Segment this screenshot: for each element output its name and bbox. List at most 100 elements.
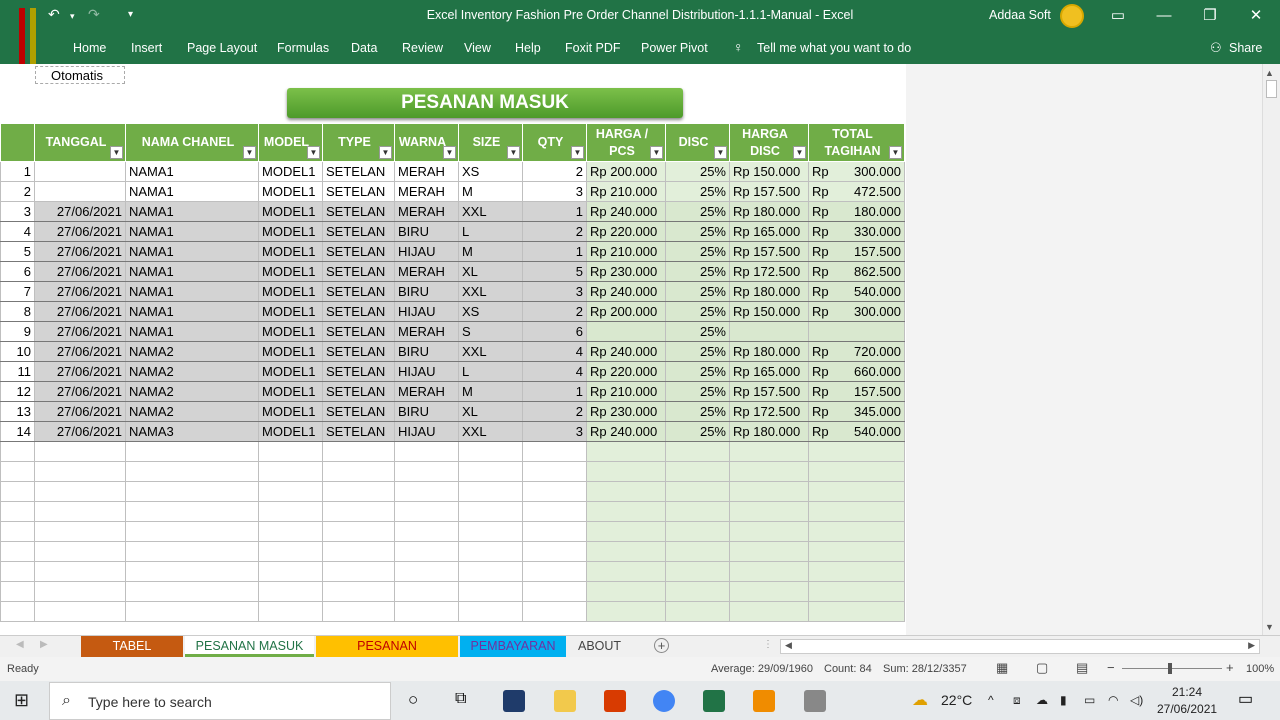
cell-nama-chanel[interactable]: NAMA1 (125, 161, 259, 182)
close-icon[interactable]: ✕ (1233, 4, 1279, 28)
cell-warna[interactable]: MERAH (394, 181, 459, 202)
restore-icon[interactable]: ❐ (1187, 4, 1233, 28)
vertical-scrollbar[interactable]: ▲ ▼ (1262, 64, 1280, 635)
empty-cell[interactable] (0, 601, 35, 622)
empty-cell[interactable] (258, 561, 323, 582)
chrome-icon[interactable] (653, 690, 675, 712)
tray-chevron-icon[interactable]: ^ (988, 693, 994, 707)
empty-cell[interactable] (586, 601, 666, 622)
cell-harga-pcs[interactable]: Rp 220.000 (586, 221, 666, 242)
tab-help[interactable]: Help (515, 41, 541, 55)
col-header-tanggal[interactable]: TANGGAL ▼ (34, 123, 126, 162)
sheet-tab-about[interactable]: ABOUT (568, 636, 628, 657)
empty-cell[interactable] (808, 461, 905, 482)
cell-type[interactable]: SETELAN (322, 341, 395, 362)
cell-tanggal[interactable]: 27/06/2021 (34, 361, 126, 382)
empty-cell[interactable] (586, 441, 666, 462)
cell-harga-pcs[interactable]: Rp 240.000 (586, 281, 666, 302)
cell-row-no[interactable]: 14 (0, 421, 35, 442)
cell-harga-disc[interactable]: Rp 180.000 (729, 421, 809, 442)
cell-disc[interactable]: 25% (665, 421, 730, 442)
empty-cell[interactable] (458, 601, 523, 622)
empty-cell[interactable] (729, 581, 809, 602)
cortana-icon[interactable]: ○ (408, 690, 418, 710)
cell-model[interactable]: MODEL1 (258, 361, 323, 382)
col-header-type[interactable]: TYPE ▼ (322, 123, 395, 162)
empty-cell[interactable] (522, 501, 587, 522)
empty-cell[interactable] (522, 541, 587, 562)
empty-cell[interactable] (729, 561, 809, 582)
cell-qty[interactable]: 2 (522, 161, 587, 182)
empty-cell[interactable] (258, 481, 323, 502)
empty-cell[interactable] (586, 521, 666, 542)
col-header-warna[interactable]: WARNA ▼ (394, 123, 459, 162)
cell-nama-chanel[interactable]: NAMA1 (125, 261, 259, 282)
empty-cell[interactable] (808, 541, 905, 562)
cell-harga-pcs[interactable]: Rp 210.000 (586, 181, 666, 202)
notification-icon[interactable]: ▭ (1238, 689, 1253, 709)
empty-cell[interactable] (808, 581, 905, 602)
cell-nama-chanel[interactable]: NAMA1 (125, 241, 259, 262)
tab-review[interactable]: Review (402, 41, 443, 55)
empty-cell[interactable] (258, 581, 323, 602)
empty-cell[interactable] (0, 581, 35, 602)
cell-qty[interactable]: 3 (522, 281, 587, 302)
empty-cell[interactable] (34, 581, 126, 602)
empty-cell[interactable] (394, 541, 459, 562)
clock-time[interactable]: 21:24 (1172, 685, 1202, 699)
tell-me-search[interactable]: Tell me what you want to do (757, 41, 911, 55)
cell-harga-disc[interactable]: Rp 180.000 (729, 341, 809, 362)
empty-cell[interactable] (729, 541, 809, 562)
cell-harga-disc[interactable]: Rp 165.000 (729, 221, 809, 242)
empty-cell[interactable] (808, 501, 905, 522)
cell-total-tagihan[interactable]: Rp 300.000 (808, 161, 905, 182)
empty-cell[interactable] (394, 501, 459, 522)
empty-cell[interactable] (258, 441, 323, 462)
scroll-down-icon[interactable]: ▼ (1265, 622, 1274, 632)
cell-nama-chanel[interactable]: NAMA2 (125, 341, 259, 362)
empty-cell[interactable] (394, 481, 459, 502)
cell-harga-disc[interactable]: Rp 172.500 (729, 261, 809, 282)
empty-cell[interactable] (665, 601, 730, 622)
next-sheet-icon[interactable]: ▶ (40, 639, 48, 650)
cell-row-no[interactable]: 7 (0, 281, 35, 302)
empty-cell[interactable] (522, 481, 587, 502)
empty-cell[interactable] (322, 481, 395, 502)
empty-cell[interactable] (665, 441, 730, 462)
empty-cell[interactable] (458, 481, 523, 502)
empty-cell[interactable] (322, 461, 395, 482)
col-header-model[interactable]: MODEL ▼ (258, 123, 323, 162)
filter-dropdown-icon[interactable]: ▼ (714, 146, 727, 159)
cell-type[interactable]: SETELAN (322, 401, 395, 422)
cell-total-tagihan[interactable]: Rp 345.000 (808, 401, 905, 422)
cell-warna[interactable]: BIRU (394, 281, 459, 302)
cell-model[interactable]: MODEL1 (258, 281, 323, 302)
cell-total-tagihan[interactable]: Rp 472.500 (808, 181, 905, 202)
empty-cell[interactable] (0, 561, 35, 582)
cell-row-no[interactable]: 8 (0, 301, 35, 322)
cell-size[interactable]: XXL (458, 281, 523, 302)
tab-formulas[interactable]: Formulas (277, 41, 329, 55)
cell-tanggal[interactable]: 27/06/2021 (34, 301, 126, 322)
empty-cell[interactable] (258, 541, 323, 562)
cell-harga-disc[interactable]: Rp 180.000 (729, 281, 809, 302)
cell-harga-pcs[interactable]: Rp 240.000 (586, 341, 666, 362)
empty-cell[interactable] (586, 561, 666, 582)
filter-dropdown-icon[interactable]: ▼ (889, 146, 902, 159)
cell-disc[interactable]: 25% (665, 341, 730, 362)
empty-cell[interactable] (125, 481, 259, 502)
cell-warna[interactable]: MERAH (394, 201, 459, 222)
share-button[interactable]: Share (1229, 41, 1262, 55)
empty-cell[interactable] (665, 521, 730, 542)
cell-warna[interactable]: MERAH (394, 161, 459, 182)
col-header-harga-pcs[interactable]: HARGA / PCS ▼ (586, 123, 666, 162)
cell-size[interactable]: XL (458, 401, 523, 422)
tab-foxit-pdf[interactable]: Foxit PDF (565, 41, 621, 55)
empty-cell[interactable] (0, 501, 35, 522)
empty-cell[interactable] (394, 521, 459, 542)
empty-cell[interactable] (322, 581, 395, 602)
cell-total-tagihan[interactable]: Rp 862.500 (808, 261, 905, 282)
cell-total-tagihan[interactable]: Rp 180.000 (808, 201, 905, 222)
volume-icon[interactable]: ◁) (1130, 693, 1143, 707)
empty-cell[interactable] (0, 441, 35, 462)
